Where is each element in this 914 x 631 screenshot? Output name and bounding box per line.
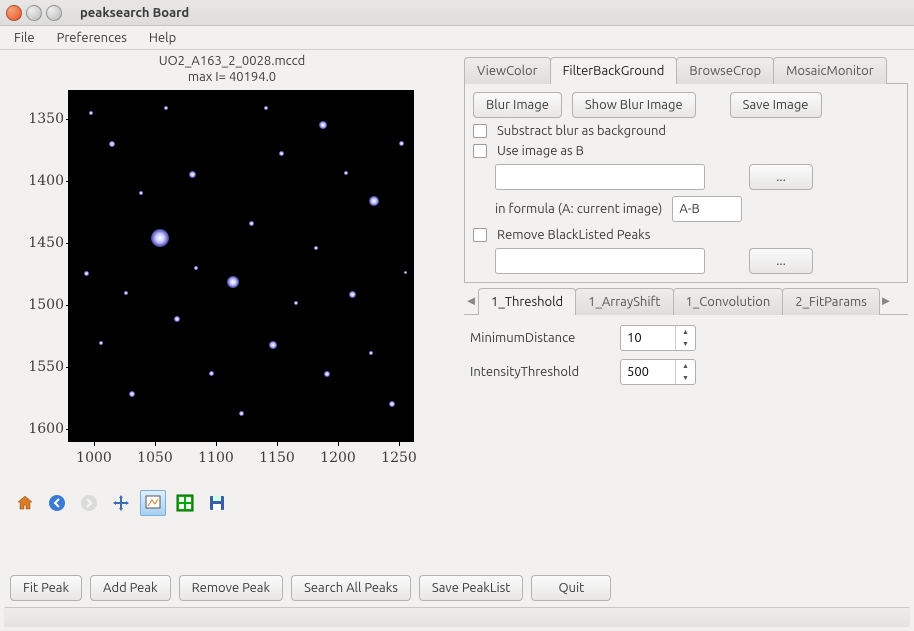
search-all-peaks-button[interactable]: Search All Peaks — [291, 575, 411, 601]
bottom-button-bar: Fit Peak Add Peak Remove Peak Search All… — [0, 571, 914, 605]
xtick: 1000 — [74, 450, 114, 466]
tab-filterbackground[interactable]: FilterBackGround — [550, 57, 678, 84]
tab-mosaicmonitor[interactable]: MosaicMonitor — [773, 57, 887, 84]
xtick: 1050 — [135, 450, 175, 466]
tab-browsecrop[interactable]: BrowseCrop — [676, 57, 774, 84]
chevron-up-icon[interactable]: ▲ — [676, 360, 695, 372]
xtick: 1100 — [196, 450, 236, 466]
chevron-up-icon[interactable]: ▲ — [676, 326, 695, 338]
ytick: 1350 — [6, 111, 64, 127]
menubar: File Preferences Help — [0, 26, 914, 50]
use-image-b-label: Use image as B — [497, 144, 584, 158]
menu-preferences[interactable]: Preferences — [49, 29, 135, 47]
formula-label: in formula (A: current image) — [495, 202, 662, 216]
browse-blacklist-button[interactable]: ... — [749, 248, 813, 274]
sub-tabbar: ◄ 1_Threshold 1_ArrayShift 1_Convolution… — [464, 287, 908, 315]
plot-title: UO2_A163_2_0028.mccd max I= 40194.0 — [6, 54, 458, 85]
tab-convolution[interactable]: 1_Convolution — [673, 288, 784, 315]
ytick: 1600 — [6, 421, 64, 437]
tab-viewcolor[interactable]: ViewColor — [464, 57, 551, 84]
save-image-button[interactable]: Save Image — [730, 92, 822, 118]
save-peaklist-button[interactable]: Save PeakList — [419, 575, 523, 601]
plot-title-line2: max I= 40194.0 — [6, 70, 458, 86]
xtick: 1150 — [257, 450, 297, 466]
use-image-b-checkbox[interactable] — [473, 144, 487, 158]
plot-area[interactable]: UO2_A163_2_0028.mccd max I= 40194.0 — [6, 56, 458, 486]
quit-button[interactable]: Quit — [531, 575, 611, 601]
tab-arrayshift[interactable]: 1_ArrayShift — [575, 288, 673, 315]
plot-canvas[interactable] — [68, 90, 414, 442]
remove-peak-button[interactable]: Remove Peak — [179, 575, 283, 601]
save-icon[interactable] — [204, 490, 230, 516]
titlebar: peaksearch Board — [0, 0, 914, 26]
min-distance-label: MinimumDistance — [470, 331, 610, 345]
ytick: 1550 — [6, 359, 64, 375]
tab-scroll-right-icon[interactable]: ► — [879, 293, 893, 308]
pan-icon[interactable] — [108, 490, 134, 516]
add-peak-button[interactable]: Add Peak — [90, 575, 171, 601]
xtick: 1250 — [379, 450, 419, 466]
intensity-threshold-label: IntensityThreshold — [470, 365, 610, 379]
chevron-down-icon[interactable]: ▼ — [676, 372, 695, 384]
filter-panel: Blur Image Show Blur Image Save Image Su… — [464, 84, 908, 283]
remove-blacklisted-label: Remove BlackListed Peaks — [497, 228, 650, 242]
statusbar — [4, 607, 910, 627]
plot-toolbar — [6, 486, 458, 520]
remove-blacklisted-checkbox[interactable] — [473, 228, 487, 242]
xtick: 1200 — [318, 450, 358, 466]
blacklist-path-input[interactable] — [495, 248, 705, 274]
ytick: 1500 — [6, 297, 64, 313]
image-b-path-input[interactable] — [495, 164, 705, 190]
close-icon[interactable] — [6, 5, 22, 21]
window-title: peaksearch Board — [80, 6, 189, 20]
menu-help[interactable]: Help — [141, 29, 184, 47]
fit-peak-button[interactable]: Fit Peak — [10, 575, 82, 601]
plot-title-line1: UO2_A163_2_0028.mccd — [6, 54, 458, 70]
tab-threshold[interactable]: 1_Threshold — [478, 288, 576, 315]
main-tabbar: ViewColor FilterBackGround BrowseCrop Mo… — [464, 56, 908, 84]
substract-blur-label: Substract blur as background — [497, 124, 666, 138]
substract-blur-checkbox[interactable] — [473, 124, 487, 138]
tab-scroll-left-icon[interactable]: ◄ — [464, 293, 478, 308]
home-icon[interactable] — [12, 490, 38, 516]
formula-input[interactable]: A-B — [672, 196, 742, 222]
browse-image-b-button[interactable]: ... — [749, 164, 813, 190]
zoom-icon[interactable] — [140, 490, 166, 516]
back-icon[interactable] — [44, 490, 70, 516]
min-distance-input[interactable] — [621, 326, 675, 350]
threshold-panel: MinimumDistance ▲▼ IntensityThreshold ▲▼ — [464, 315, 908, 395]
forward-icon[interactable] — [76, 490, 102, 516]
ytick: 1450 — [6, 235, 64, 251]
blur-image-button[interactable]: Blur Image — [473, 92, 562, 118]
minimize-icon[interactable] — [26, 5, 42, 21]
ytick: 1400 — [6, 173, 64, 189]
maximize-icon[interactable] — [46, 5, 62, 21]
tab-fitparams[interactable]: 2_FitParams — [782, 288, 880, 315]
min-distance-stepper[interactable]: ▲▼ — [620, 325, 696, 351]
intensity-threshold-input[interactable] — [621, 360, 675, 384]
subplots-icon[interactable] — [172, 490, 198, 516]
menu-file[interactable]: File — [6, 29, 43, 47]
chevron-down-icon[interactable]: ▼ — [676, 338, 695, 350]
intensity-threshold-stepper[interactable]: ▲▼ — [620, 359, 696, 385]
show-blur-image-button[interactable]: Show Blur Image — [572, 92, 696, 118]
